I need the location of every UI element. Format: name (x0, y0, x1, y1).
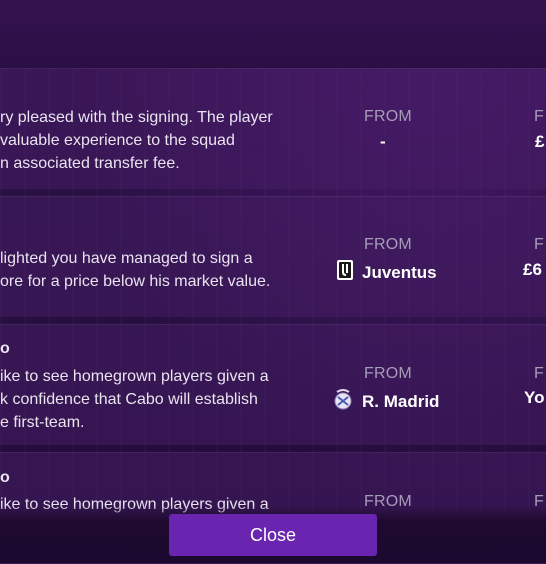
from-label: FROM (364, 236, 412, 253)
col2-label: F (534, 236, 544, 253)
description-line: e first-team. (0, 414, 85, 431)
row-heading: o (0, 469, 10, 486)
col2-label: F (534, 108, 544, 125)
close-button[interactable]: Close (169, 514, 377, 556)
col2-value: £6 (523, 260, 542, 279)
description-line: ry pleased with the signing. The player (0, 109, 273, 126)
col2-value: Yo (524, 388, 545, 407)
description-line: n associated transfer fee. (0, 155, 180, 172)
col2-value: £ (535, 132, 545, 151)
from-label: FROM (364, 365, 412, 382)
row-description: ike to see homegrown players given a k c… (0, 365, 300, 434)
from-club-name: Juventus (362, 262, 437, 282)
from-club[interactable]: Juventus (336, 259, 437, 286)
list-item: lighted you have managed to sign a ore f… (0, 196, 546, 317)
description-line: lighted you have managed to sign a (0, 250, 253, 267)
list-item: o ike to see homegrown players given a k… (0, 324, 546, 445)
description-line: ike to see homegrown players given a (0, 368, 269, 385)
description-line: k confidence that Cabo will establish (0, 391, 258, 408)
list-item: ry pleased with the signing. The player … (0, 68, 546, 189)
from-club[interactable]: R. Madrid (332, 387, 439, 416)
col2-label: F (534, 365, 544, 382)
juventus-crest-icon (336, 259, 354, 286)
from-label: FROM (364, 108, 412, 125)
description-line: valuable experience to the squad (0, 132, 235, 149)
description-line: ore for a price below his market value. (0, 273, 271, 290)
row-description: lighted you have managed to sign a ore f… (0, 247, 300, 293)
from-value: - (380, 132, 386, 151)
row-description: ry pleased with the signing. The player … (0, 106, 300, 175)
from-club-name: R. Madrid (362, 391, 440, 411)
row-heading: o (0, 340, 10, 357)
top-banner (0, 0, 546, 68)
real-madrid-crest-icon (332, 387, 354, 416)
